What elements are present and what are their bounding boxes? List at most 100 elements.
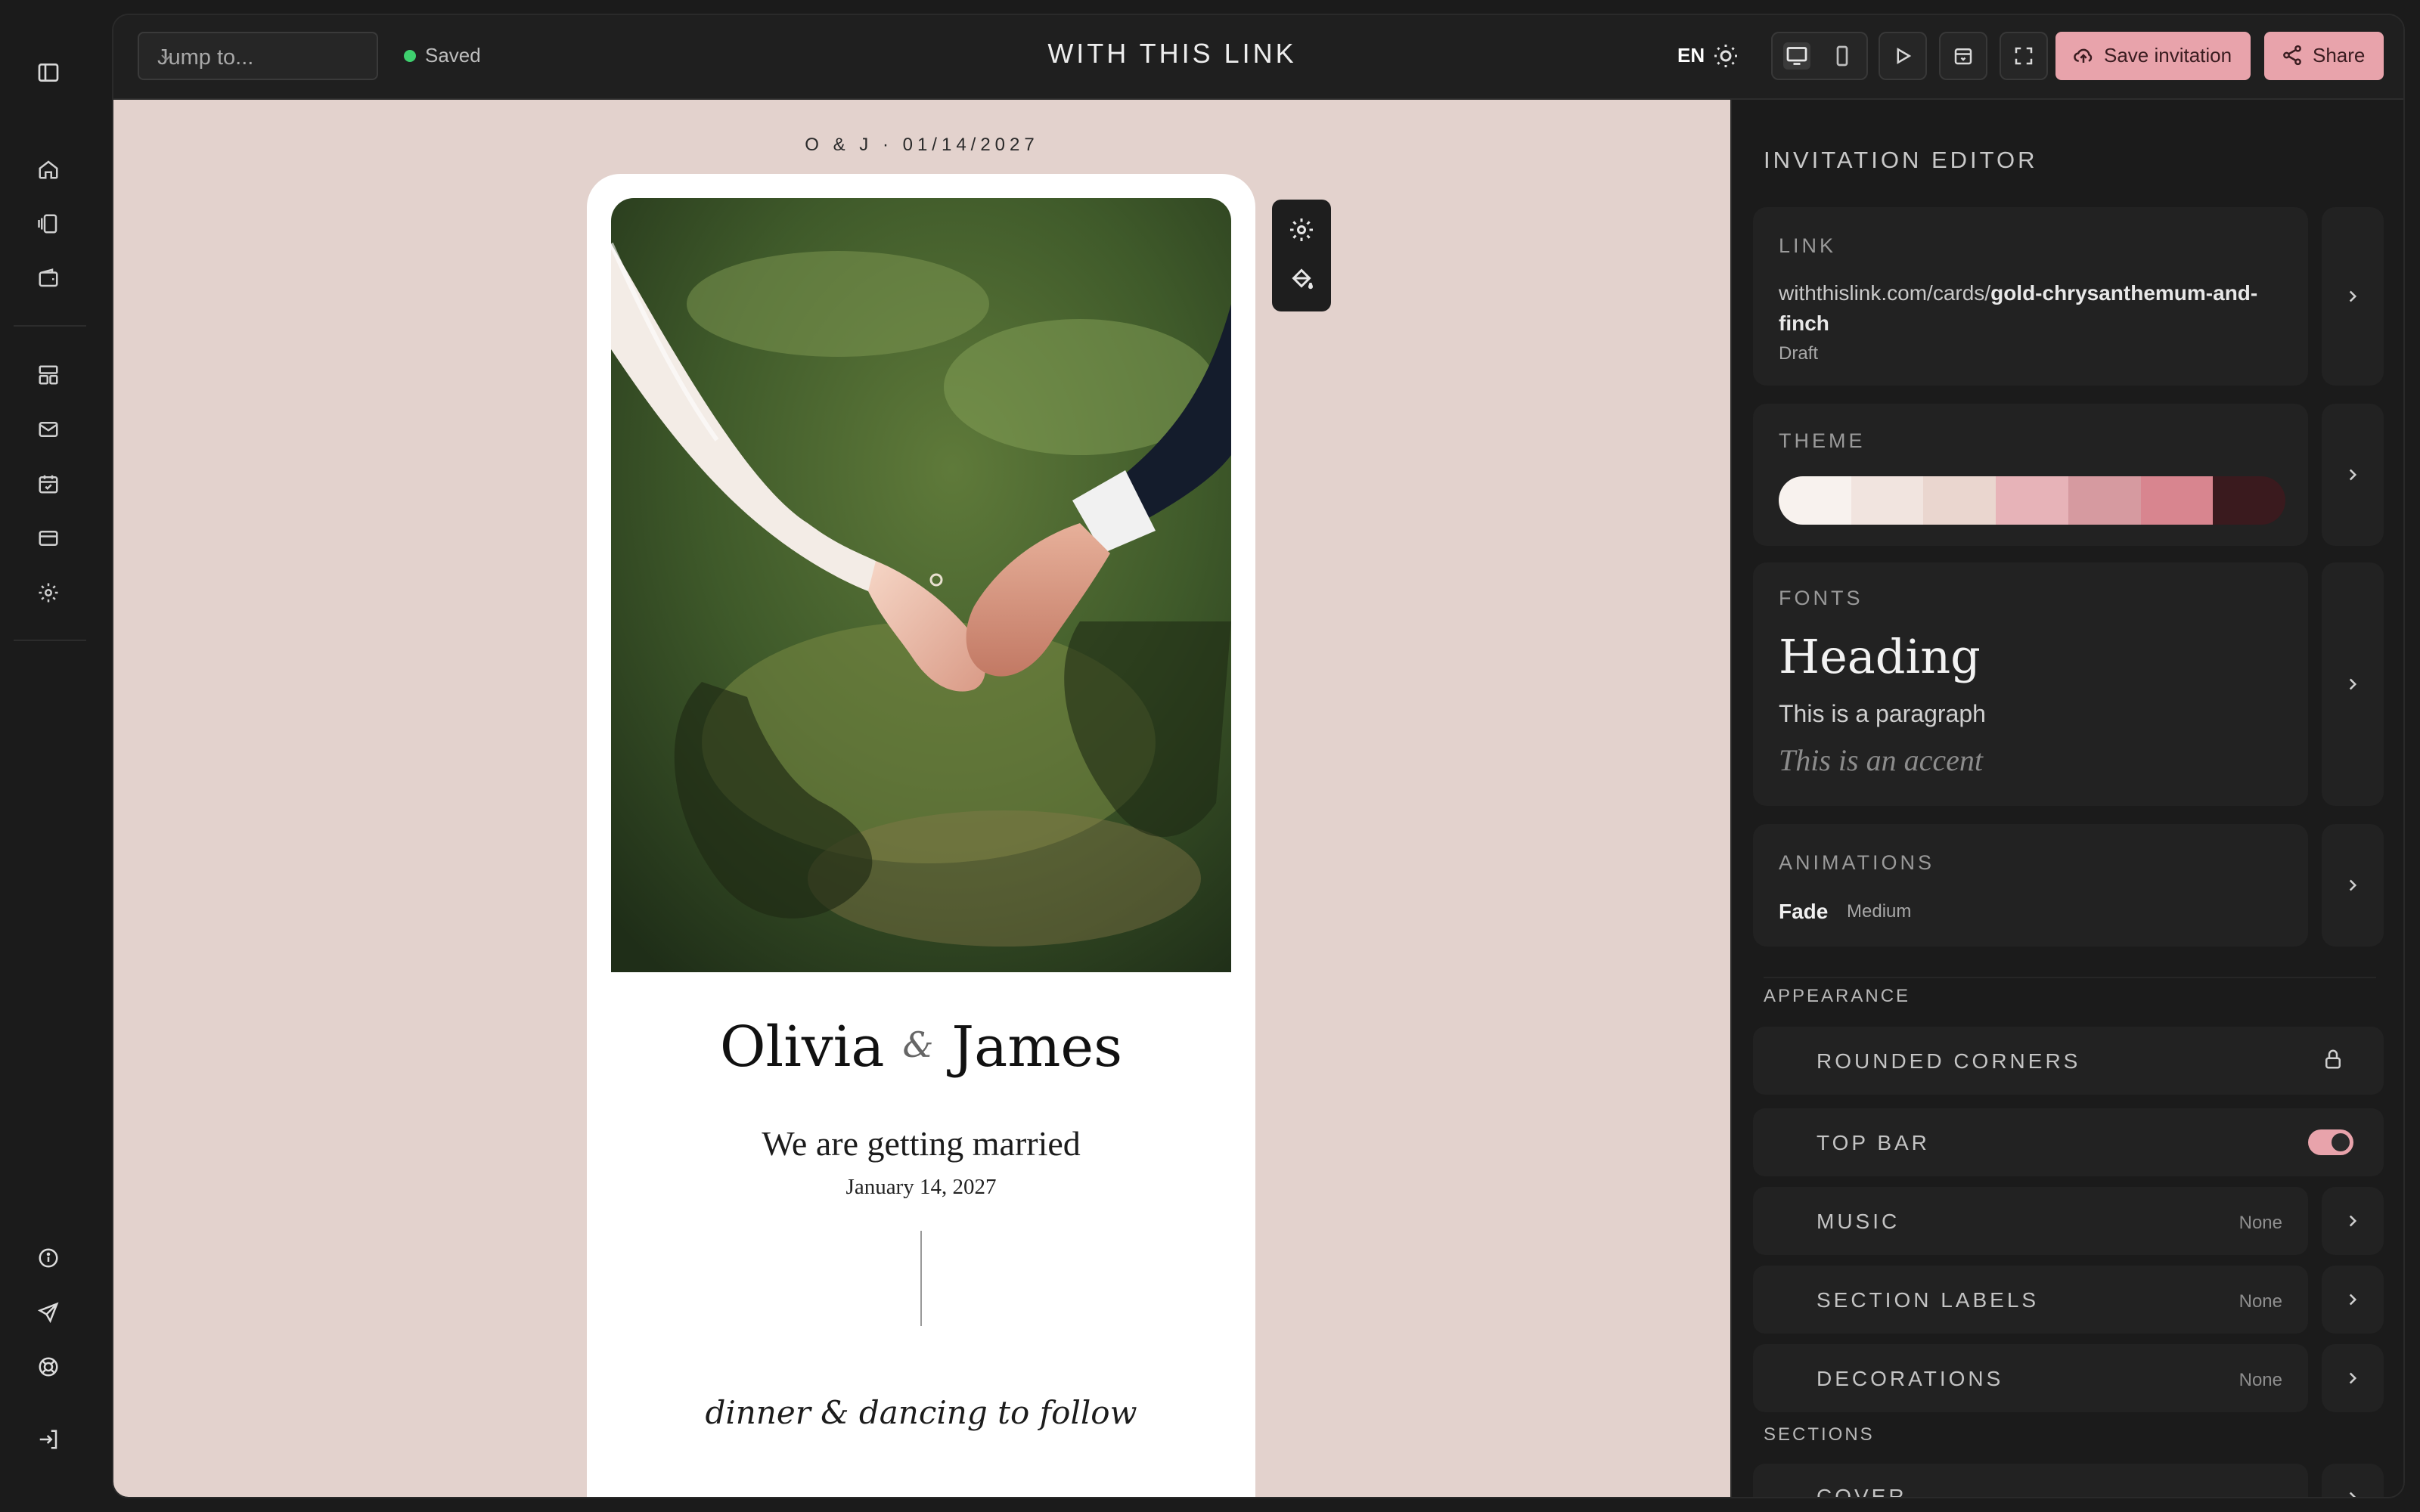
theme-swatch xyxy=(2068,476,2141,525)
link-card[interactable]: LINK withthislink.com/cards/gold-chrysan… xyxy=(1753,207,2308,386)
card-meta-header: O & J · 01/14/2027 xyxy=(805,135,1039,155)
play-preview-button[interactable] xyxy=(1879,32,1927,80)
appearance-divider xyxy=(1764,977,2376,978)
link-url-prefix: withthislink.com/cards/ xyxy=(1779,281,1991,305)
theme-expand-button[interactable] xyxy=(2322,404,2384,546)
decorations-value: None xyxy=(2238,1370,2282,1390)
theme-swatches xyxy=(1779,476,2285,525)
sections-heading: SECTIONS xyxy=(1764,1424,1875,1445)
wallet-icon[interactable] xyxy=(32,262,65,295)
animation-speed: Medium xyxy=(1847,901,1912,922)
mobile-view-button[interactable] xyxy=(1829,42,1856,70)
theme-card[interactable]: THEME xyxy=(1753,404,2308,546)
invitation-editor-panel: INVITATION EDITOR LINK withthislink.com/… xyxy=(1730,100,2403,1498)
section-labels-expand-button[interactable] xyxy=(2322,1266,2384,1334)
link-url: withthislink.com/cards/gold-chrysanthemu… xyxy=(1779,278,2293,339)
home-icon[interactable] xyxy=(32,153,65,186)
share-label: Share xyxy=(2313,44,2366,67)
desktop-view-button[interactable] xyxy=(1783,42,1810,70)
font-paragraph-sample: This is a paragraph xyxy=(1779,700,1986,727)
credit-card-icon[interactable] xyxy=(32,522,65,555)
theme-swatch xyxy=(1996,476,2068,525)
mail-icon[interactable] xyxy=(32,413,65,446)
theme-label: THEME xyxy=(1779,429,1866,452)
animations-expand-button[interactable] xyxy=(2322,824,2384,947)
animations-label: ANIMATIONS xyxy=(1779,851,1935,874)
section-labels-row[interactable]: SECTION LABELS None xyxy=(1753,1266,2308,1334)
music-row[interactable]: MUSIC None xyxy=(1753,1187,2308,1255)
rounded-corners-row[interactable]: ROUNDED CORNERS xyxy=(1753,1027,2384,1095)
app-window: Jump to... Saved WITH THIS LINK EN Save … xyxy=(112,14,2405,1498)
top-bar-toggle[interactable] xyxy=(2308,1129,2353,1155)
logout-icon[interactable] xyxy=(32,1423,65,1456)
invitation-card-preview[interactable]: Olivia & James We are getting married Janu… xyxy=(587,174,1255,1497)
cover-photo[interactable] xyxy=(611,198,1231,972)
event-date: January 14, 2027 xyxy=(845,1175,997,1199)
font-heading-sample: Heading xyxy=(1779,629,1981,684)
paint-bucket-icon[interactable] xyxy=(1288,265,1315,292)
invitation-tagline: We are getting married xyxy=(762,1124,1081,1163)
couple-names: Olivia & James xyxy=(587,1015,1255,1080)
fonts-label: FONTS xyxy=(1779,587,1863,609)
theme-swatch xyxy=(1851,476,1924,525)
jump-to-select[interactable]: Jump to... xyxy=(138,32,378,80)
calendar-check-icon[interactable] xyxy=(32,467,65,500)
share-icon xyxy=(2281,44,2304,67)
theme-swatch xyxy=(2140,476,2214,525)
toggle-knob xyxy=(2332,1133,2350,1151)
floating-toolbar xyxy=(1272,200,1331,311)
section-labels-value: None xyxy=(2238,1291,2282,1312)
fonts-card[interactable]: FONTS Heading This is a paragraph This i… xyxy=(1753,562,2308,806)
font-accent-sample: This is an accent xyxy=(1779,743,1983,777)
lock-icon xyxy=(2322,1048,2344,1070)
cloud-upload-icon xyxy=(2072,44,2095,67)
decorations-label: DECORATIONS xyxy=(1817,1367,2004,1390)
animations-card[interactable]: ANIMATIONS Fade Medium xyxy=(1753,824,2308,947)
decorations-expand-button[interactable] xyxy=(2322,1344,2384,1412)
left-rail xyxy=(0,0,97,1512)
cover-expand-button[interactable] xyxy=(2322,1464,2384,1497)
decorations-row[interactable]: DECORATIONS None xyxy=(1753,1344,2308,1412)
language-switch[interactable]: EN xyxy=(1677,44,1705,67)
appearance-heading: APPEARANCE xyxy=(1764,986,1911,1006)
gear-icon[interactable] xyxy=(1288,216,1315,243)
cards-icon[interactable] xyxy=(32,207,65,240)
saved-status-text: Saved xyxy=(425,44,481,67)
animation-name: Fade xyxy=(1779,900,1829,923)
theme-toggle-sun-icon[interactable] xyxy=(1712,42,1739,70)
layout-icon[interactable] xyxy=(32,358,65,392)
saved-status-dot xyxy=(404,50,416,62)
link-expand-button[interactable] xyxy=(2322,207,2384,386)
preview-canvas: O & J · 01/14/2027 Olivia & James We are… xyxy=(113,100,1730,1497)
archive-button[interactable] xyxy=(1939,32,1987,80)
name-left: Olivia xyxy=(719,1015,885,1080)
chevron-down-icon xyxy=(157,48,360,67)
settings-icon[interactable] xyxy=(32,576,65,609)
save-invitation-button[interactable]: Save invitation xyxy=(2055,32,2251,80)
name-right: James xyxy=(951,1015,1123,1080)
theme-swatch xyxy=(2213,476,2285,525)
top-bar-label: TOP BAR xyxy=(1817,1131,1930,1154)
rail-divider xyxy=(14,640,86,641)
rail-divider xyxy=(14,325,86,327)
rounded-corners-label: ROUNDED CORNERS xyxy=(1817,1049,2081,1073)
link-label: LINK xyxy=(1779,234,1837,257)
ampersand: & xyxy=(902,1024,934,1065)
section-item-label: COVER xyxy=(1817,1485,1907,1498)
device-toggle-group xyxy=(1771,32,1868,80)
fullscreen-button[interactable] xyxy=(2000,32,2048,80)
music-expand-button[interactable] xyxy=(2322,1187,2384,1255)
share-button[interactable]: Share xyxy=(2264,32,2384,80)
section-labels-label: SECTION LABELS xyxy=(1817,1288,2040,1312)
info-icon[interactable] xyxy=(32,1241,65,1275)
send-icon[interactable] xyxy=(32,1296,65,1329)
divider-line xyxy=(920,1231,922,1326)
music-label: MUSIC xyxy=(1817,1210,1900,1233)
top-bar-row[interactable]: TOP BAR xyxy=(1753,1108,2384,1176)
fonts-expand-button[interactable] xyxy=(2322,562,2384,806)
link-status: Draft xyxy=(1779,343,1819,364)
sidebar-toggle-icon[interactable] xyxy=(32,56,65,89)
save-invitation-label: Save invitation xyxy=(2104,44,2232,67)
support-icon[interactable] xyxy=(32,1350,65,1383)
section-item-cover[interactable]: COVER xyxy=(1753,1464,2308,1498)
